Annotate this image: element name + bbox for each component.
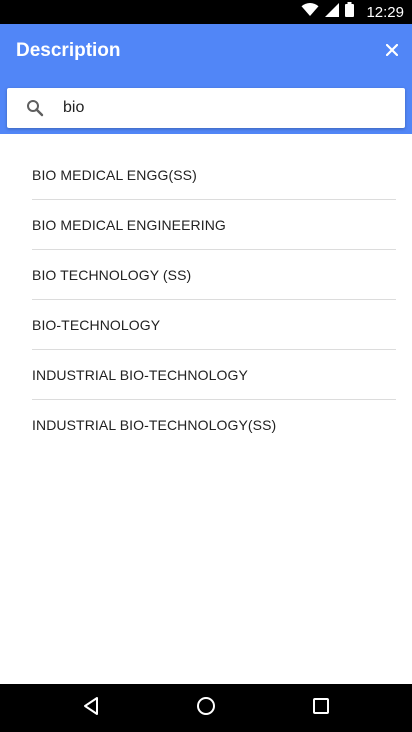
battery-icon [345, 2, 355, 22]
status-icons: 12:29 [301, 0, 404, 24]
status-time: 12:29 [366, 3, 404, 21]
back-icon [82, 696, 100, 721]
recents-button[interactable] [309, 696, 333, 720]
back-button[interactable] [79, 696, 103, 720]
status-bar: 12:29 [0, 0, 412, 24]
page-title: Description [16, 40, 121, 61]
wifi-icon [301, 2, 319, 22]
recents-icon [312, 697, 330, 720]
home-button[interactable] [194, 696, 218, 720]
list-item[interactable]: BIO-TECHNOLOGY [32, 300, 396, 350]
search-box [7, 88, 405, 128]
search-input[interactable] [63, 99, 383, 117]
close-icon [385, 43, 399, 61]
close-button[interactable] [378, 38, 406, 66]
list-item[interactable]: INDUSTRIAL BIO-TECHNOLOGY(SS) [32, 400, 396, 449]
navigation-bar [0, 684, 412, 732]
signal-icon [325, 2, 340, 22]
list-item[interactable]: BIO MEDICAL ENGG(SS) [32, 150, 396, 200]
list-item[interactable]: BIO MEDICAL ENGINEERING [32, 200, 396, 250]
list-item[interactable]: BIO TECHNOLOGY (SS) [32, 250, 396, 300]
search-icon [25, 98, 45, 118]
results-list: BIO MEDICAL ENGG(SS) BIO MEDICAL ENGINEE… [32, 150, 396, 449]
list-item[interactable]: INDUSTRIAL BIO-TECHNOLOGY [32, 350, 396, 400]
home-icon [196, 696, 216, 721]
